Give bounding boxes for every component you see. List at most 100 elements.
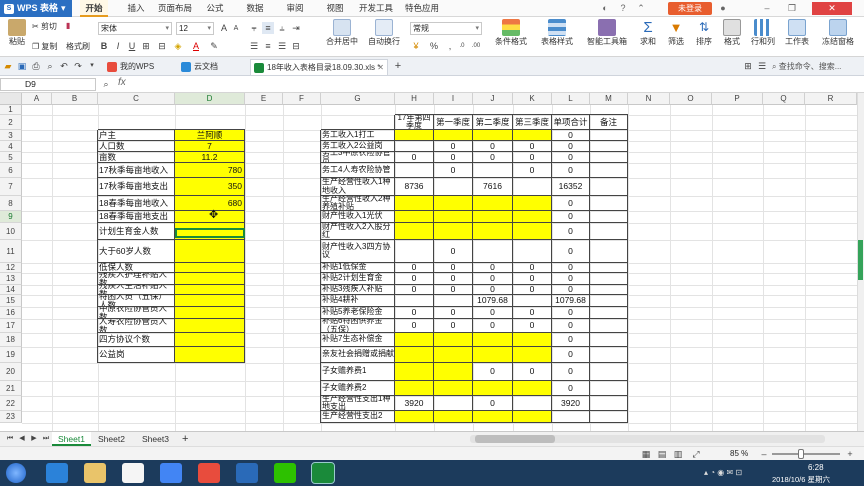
right-value-cell[interactable]: 0	[552, 196, 590, 211]
left-value-cell[interactable]	[175, 307, 245, 319]
file-explorer-icon[interactable]	[84, 463, 106, 483]
right-label-cell[interactable]: 子女赡养费1	[321, 363, 395, 381]
right-header-cell[interactable]: 单项合计	[552, 115, 590, 130]
right-label-cell[interactable]: 生产经营性收入2种养殖补贴	[321, 196, 395, 211]
right-value-cell[interactable]: 3920	[552, 396, 590, 411]
remark-cell[interactable]	[590, 307, 628, 319]
right-label-cell[interactable]: 补贴4耕补	[321, 295, 395, 307]
right-label-cell[interactable]: 补贴7生态补偿金	[321, 333, 395, 347]
font-size-select[interactable]: 12	[176, 22, 214, 35]
left-label-cell[interactable]: 公益岗	[98, 347, 175, 363]
indent-icon[interactable]: ⇥	[290, 22, 302, 34]
row-header-11[interactable]: 11	[0, 240, 22, 263]
right-value-cell[interactable]	[513, 381, 552, 396]
row-header-18[interactable]: 18	[0, 333, 22, 347]
remark-cell[interactable]	[590, 163, 628, 178]
remark-cell[interactable]	[590, 196, 628, 211]
smart-toolbox-button[interactable]: 智能工具箱	[586, 19, 628, 47]
row-header-22[interactable]: 22	[0, 396, 22, 411]
right-value-cell[interactable]	[513, 333, 552, 347]
align-bottom-icon[interactable]: ⫨	[276, 22, 288, 34]
column-header-J[interactable]: J	[473, 93, 513, 105]
first-sheet-icon[interactable]: ⏮	[4, 433, 16, 445]
right-label-cell[interactable]: 务工3中原农险协管员	[321, 152, 395, 163]
ie-browser-icon[interactable]	[46, 463, 68, 483]
right-label-cell[interactable]: 财产性收入2入股分红	[321, 223, 395, 240]
column-header-D[interactable]: D	[175, 93, 245, 105]
right-value-cell[interactable]	[434, 347, 473, 363]
sheet-tab-sheet2[interactable]: Sheet2	[92, 432, 131, 446]
left-label-cell[interactable]: 计划生育金人数	[98, 223, 175, 240]
right-value-cell[interactable]: 0	[552, 273, 590, 285]
camera-app-icon[interactable]	[198, 463, 220, 483]
remark-cell[interactable]	[590, 240, 628, 263]
left-value-cell[interactable]: 7	[175, 141, 245, 152]
sum-button[interactable]: Σ 求和	[636, 19, 660, 47]
remark-cell[interactable]	[590, 333, 628, 347]
left-value-cell[interactable]	[175, 319, 245, 333]
row-header-2[interactable]: 2	[0, 115, 22, 130]
ribbon-tab-7[interactable]: 开发工具	[358, 0, 394, 17]
right-value-cell[interactable]	[434, 381, 473, 396]
right-label-cell[interactable]: 务工收入1打工	[321, 130, 395, 141]
align-middle-icon[interactable]: ≡	[262, 22, 274, 34]
right-value-cell[interactable]	[395, 196, 434, 211]
wechat-icon[interactable]	[274, 463, 296, 483]
column-header-O[interactable]: O	[670, 93, 712, 105]
remark-cell[interactable]	[590, 223, 628, 240]
right-value-cell[interactable]: 0	[552, 333, 590, 347]
restore-icon[interactable]: ❐	[785, 2, 799, 15]
number-format-select[interactable]: 常规	[410, 22, 482, 35]
right-value-cell[interactable]: 0	[395, 307, 434, 319]
column-header-H[interactable]: H	[395, 93, 434, 105]
column-header-M[interactable]: M	[590, 93, 628, 105]
copy-button[interactable]: ❐ 复制	[32, 41, 57, 52]
doc-tab-cloud[interactable]: 云文档	[178, 59, 246, 75]
font-color-icon[interactable]: A	[190, 40, 202, 52]
right-value-cell[interactable]	[473, 163, 513, 178]
right-value-cell[interactable]	[513, 411, 552, 423]
ribbon-tab-2[interactable]: 页面布局	[156, 0, 194, 17]
remark-cell[interactable]	[590, 273, 628, 285]
right-value-cell[interactable]: 0	[473, 263, 513, 273]
left-label-cell[interactable]: 18春季每亩地支出	[98, 211, 175, 223]
right-value-cell[interactable]: 0	[513, 307, 552, 319]
page-layout-icon[interactable]: ▤	[656, 448, 668, 460]
left-value-cell[interactable]: 780	[175, 163, 245, 178]
right-value-cell[interactable]: 0	[513, 363, 552, 381]
left-label-cell[interactable]: 人口数	[98, 141, 175, 152]
right-value-cell[interactable]	[473, 333, 513, 347]
right-value-cell[interactable]: 0	[473, 141, 513, 152]
zoom-slider[interactable]	[772, 453, 840, 455]
right-label-cell[interactable]: 生产经营性支出1种地支出	[321, 396, 395, 411]
left-value-cell[interactable]	[175, 295, 245, 307]
app-menu-button[interactable]: S WPS 表格 ▾	[0, 0, 72, 17]
remark-cell[interactable]	[590, 152, 628, 163]
right-header-cell[interactable]: 17年第四季度	[395, 115, 434, 130]
remark-cell[interactable]	[590, 263, 628, 273]
right-label-cell[interactable]: 生产经营性收入1种地收入	[321, 178, 395, 196]
formula-input[interactable]	[136, 78, 856, 91]
ribbon-tab-6[interactable]: 视图	[322, 0, 348, 17]
right-value-cell[interactable]: 0	[552, 363, 590, 381]
row-header-16[interactable]: 16	[0, 307, 22, 319]
right-label-cell[interactable]: 财产性收入1光伏	[321, 211, 395, 223]
right-value-cell[interactable]	[473, 240, 513, 263]
right-label-cell[interactable]: 亲友社会捐赠或捐献	[321, 347, 395, 363]
new-tab-icon[interactable]: +	[392, 60, 404, 72]
chevron-down-icon[interactable]: ▾	[86, 60, 98, 72]
right-value-cell[interactable]: 3920	[395, 396, 434, 411]
remark-cell[interactable]	[590, 285, 628, 295]
decrease-decimal-icon[interactable]: .00	[470, 40, 482, 52]
ribbon-tab-3[interactable]: 公式	[202, 0, 228, 17]
right-value-cell[interactable]: 0	[434, 319, 473, 333]
left-value-cell[interactable]	[175, 263, 245, 273]
doc-tab-my-wps[interactable]: 我的WPS	[104, 59, 172, 75]
minimize-icon[interactable]: –	[760, 2, 774, 15]
align-right-icon[interactable]: ☰	[276, 40, 288, 52]
filter-button[interactable]: ▼ 筛选	[664, 19, 688, 47]
percent-icon[interactable]: %	[428, 40, 440, 52]
border-icon[interactable]: ⊞	[140, 40, 152, 52]
right-value-cell[interactable]: 0	[552, 223, 590, 240]
right-value-cell[interactable]	[552, 411, 590, 423]
